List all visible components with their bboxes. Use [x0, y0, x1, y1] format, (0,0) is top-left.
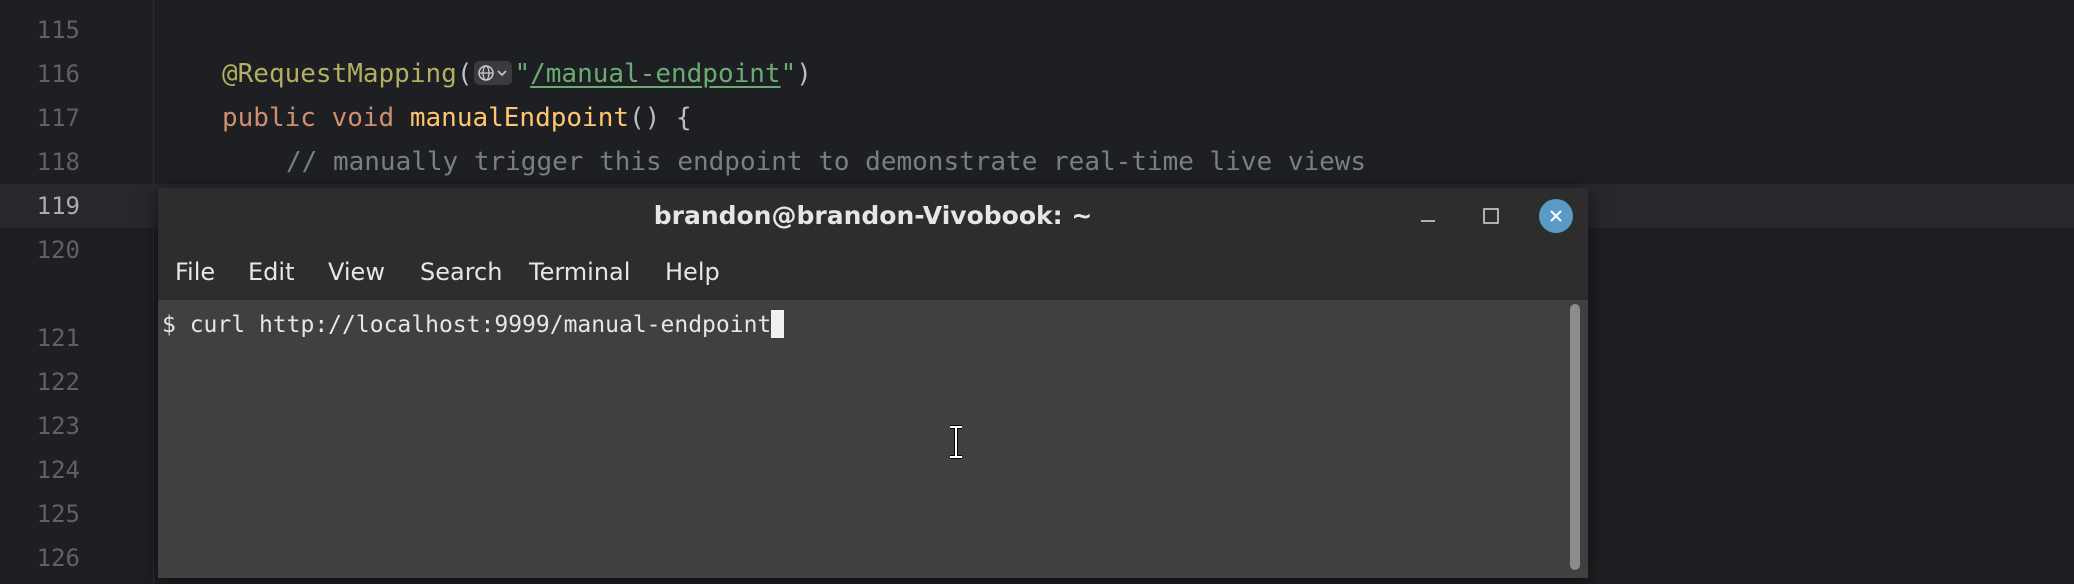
command-text: curl http://localhost:9999/manual-endpoi… — [189, 312, 772, 338]
url-badge[interactable] — [474, 60, 513, 85]
close-button-circle — [1539, 199, 1573, 233]
keyword-token: public — [222, 103, 316, 133]
menu-search[interactable]: Search — [420, 244, 502, 300]
line-number: 117 — [36, 104, 80, 132]
close-icon — [1550, 210, 1562, 222]
terminal-titlebar[interactable]: brandon@brandon-Vivobook: ~ — [158, 188, 1588, 244]
line-number: 124 — [36, 456, 80, 484]
line-number: 120 — [36, 236, 80, 264]
terminal-body[interactable]: $ curl http://localhost:9999/manual-endp… — [158, 300, 1588, 578]
quote-token: " — [780, 59, 797, 89]
code-line-request-mapping[interactable]: @RequestMapping( "/manual-endpoint") — [222, 52, 812, 96]
gutter-divider — [153, 0, 154, 584]
command-line[interactable]: $ curl http://localhost:9999/manual-endp… — [162, 308, 785, 342]
terminal-window[interactable]: brandon@brandon-Vivobook: ~ File Edit Vi… — [158, 188, 1588, 578]
menu-file[interactable]: File — [175, 244, 215, 300]
close-button[interactable] — [1536, 196, 1576, 236]
scrollbar-thumb[interactable] — [1570, 304, 1580, 570]
minimize-button[interactable] — [1408, 196, 1448, 236]
menu-terminal[interactable]: Terminal — [529, 244, 630, 300]
paren-token: ) — [796, 59, 812, 89]
maximize-icon — [1483, 208, 1499, 224]
keyword-token: void — [331, 103, 395, 133]
terminal-cursor — [771, 309, 785, 338]
line-number: 116 — [36, 60, 80, 88]
terminal-scrollbar[interactable] — [1568, 304, 1582, 574]
line-number: 125 — [36, 500, 80, 528]
method-name-token: manualEndpoint — [409, 103, 630, 133]
endpoint-path-link[interactable]: /manual-endpoint — [530, 59, 780, 89]
menu-view[interactable]: View — [328, 244, 385, 300]
punctuation-token: () { — [629, 103, 692, 133]
annotation-token: @RequestMapping — [222, 59, 457, 89]
quote-token: " — [514, 59, 531, 89]
menu-help[interactable]: Help — [665, 244, 720, 300]
code-line-method-decl[interactable]: public void manualEndpoint() { — [222, 96, 692, 140]
shell-prompt: $ — [162, 312, 190, 338]
line-number: 121 — [36, 324, 80, 352]
globe-icon — [478, 64, 508, 81]
window-title: brandon@brandon-Vivobook: ~ — [653, 201, 1093, 230]
minimize-icon — [1421, 220, 1435, 222]
code-line-comment[interactable]: // manually trigger this endpoint to dem… — [286, 140, 1366, 184]
line-number: 118 — [36, 148, 80, 176]
line-number: 122 — [36, 368, 80, 396]
maximize-button[interactable] — [1471, 196, 1511, 236]
text-cursor-icon — [950, 425, 962, 459]
chevron-down-icon — [497, 69, 508, 76]
line-number: 115 — [36, 16, 80, 44]
line-number: 123 — [36, 412, 80, 440]
terminal-menubar: File Edit View Search Terminal Help — [158, 244, 1588, 300]
line-number: 126 — [36, 544, 80, 572]
line-number-current: 119 — [36, 192, 80, 220]
paren-token: ( — [456, 59, 473, 89]
menu-edit[interactable]: Edit — [248, 244, 294, 300]
